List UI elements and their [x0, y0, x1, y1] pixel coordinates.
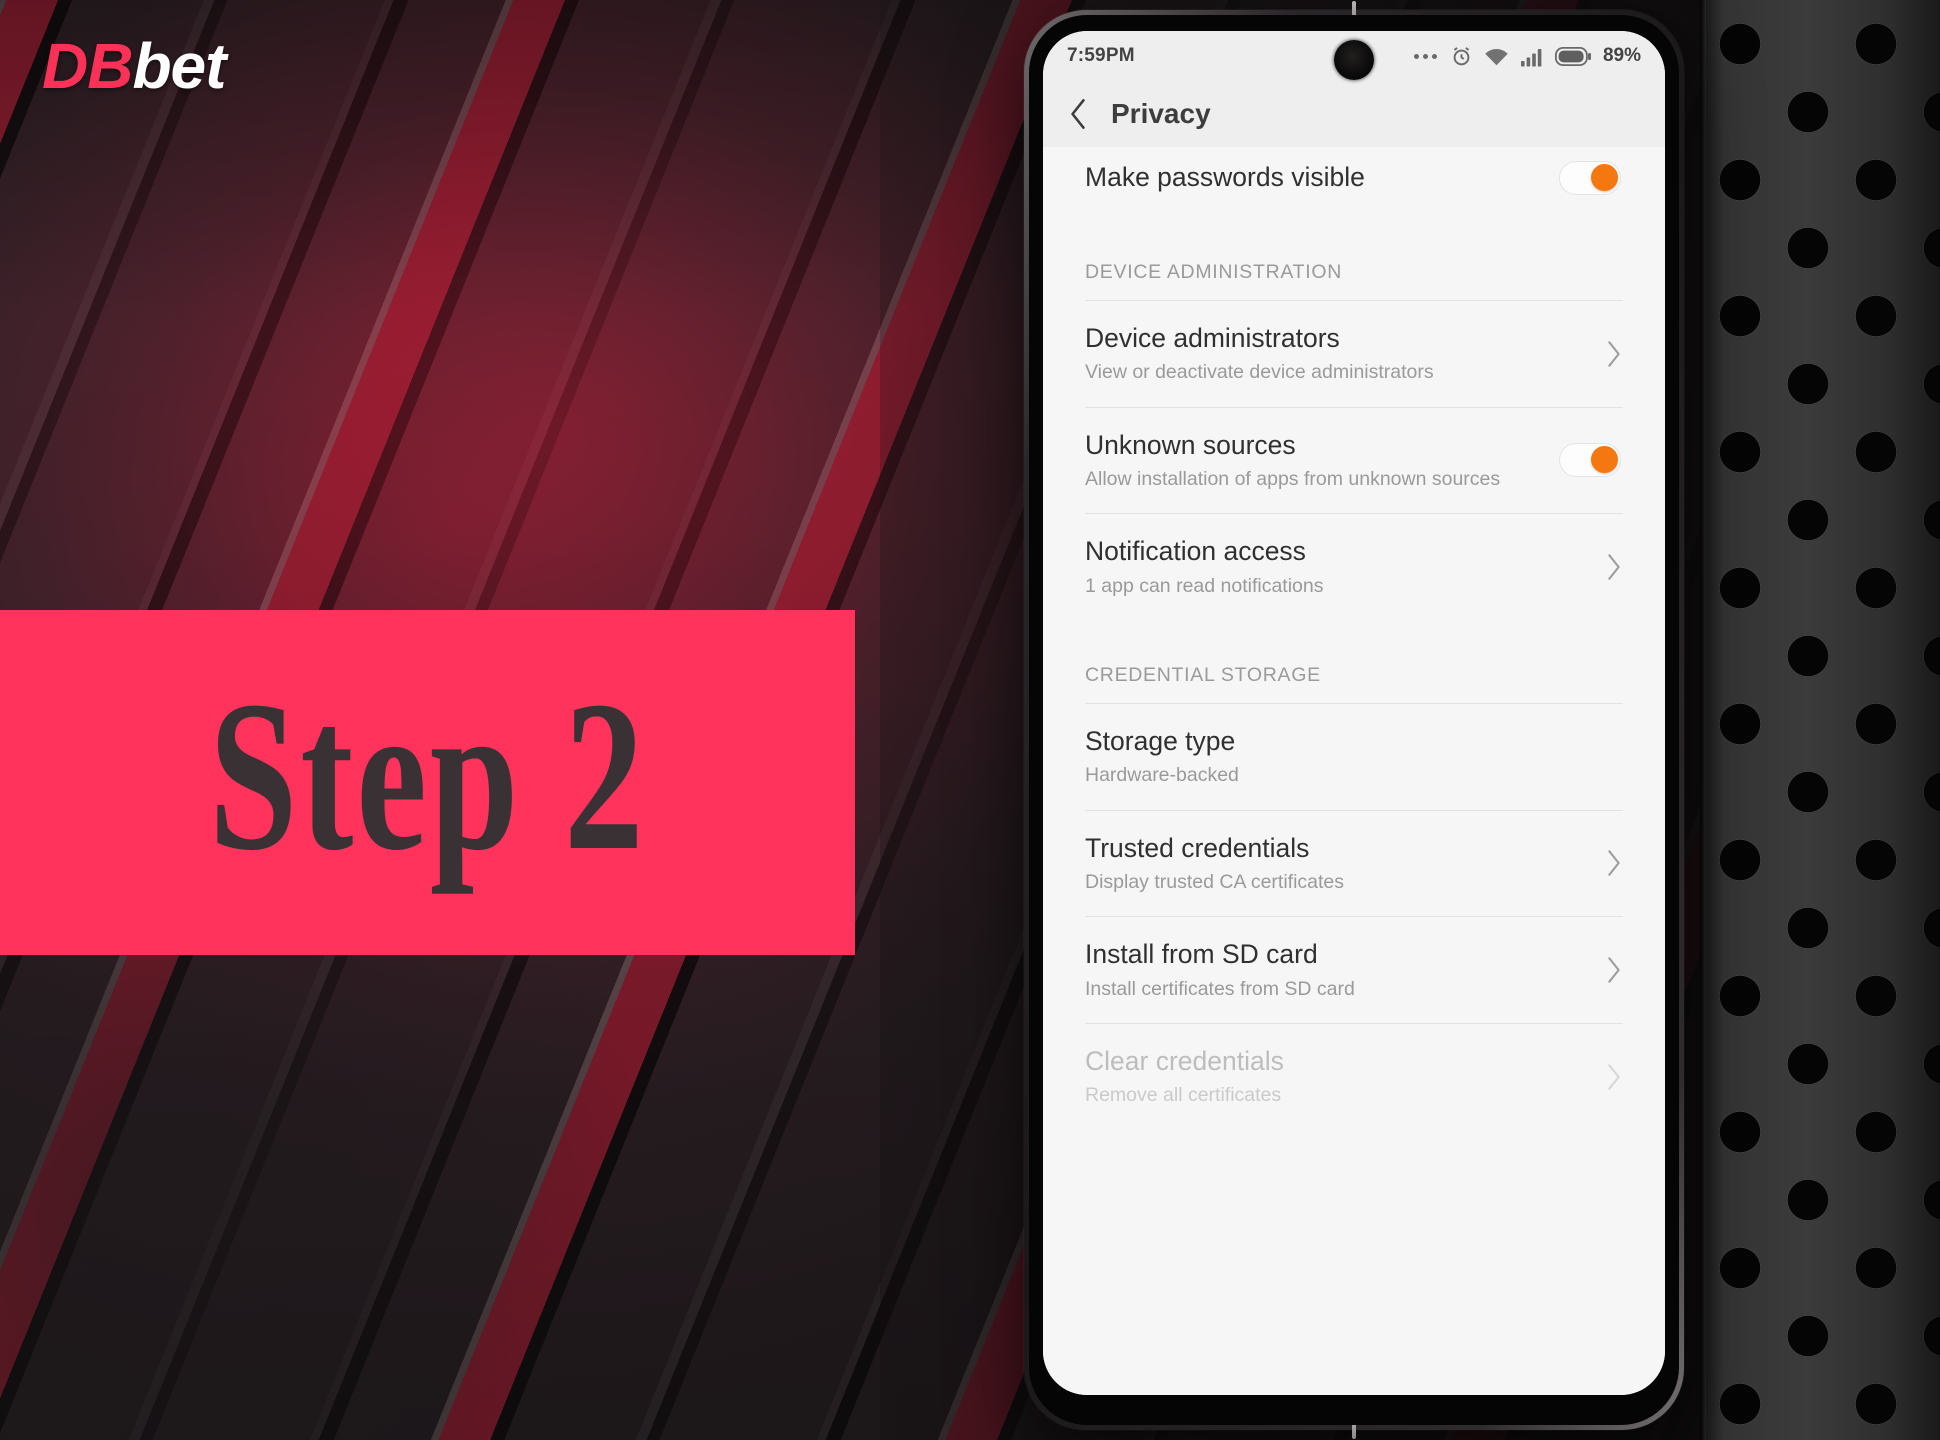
row-title: Clear credentials — [1085, 1045, 1284, 1076]
row-title: Trusted credentials — [1085, 832, 1310, 863]
section-header: CREDENTIAL STORAGE — [1085, 663, 1321, 686]
row-texts: Install from SD card Install certificates… — [1085, 939, 1589, 1001]
app-bar: Privacy — [1043, 81, 1665, 147]
status-bar: 7:59PM 89% — [1043, 31, 1665, 81]
row-texts: Trusted credentials Display trusted CA ce… — [1085, 833, 1589, 895]
page-title: Privacy — [1111, 98, 1211, 129]
battery-percent-label: 89% — [1602, 45, 1641, 66]
settings-row-trusted-credentials[interactable]: Trusted credentials Display trusted CA ce… — [1043, 811, 1665, 917]
chevron-right-icon — [1608, 341, 1620, 367]
chevron-right-icon — [1608, 850, 1620, 877]
row-subtitle: Remove all certificates — [1085, 1084, 1282, 1107]
row-texts: Unknown sources Allow installation of app… — [1085, 430, 1541, 492]
row-title: Unknown sources — [1085, 429, 1296, 460]
settings-row-device-administrators[interactable]: Device administrators View or deactivate … — [1043, 301, 1665, 407]
row-subtitle: 1 app can read notifications — [1085, 574, 1324, 597]
row-title: Make passwords visible — [1085, 162, 1365, 193]
settings-row-storage-type[interactable]: Storage type Hardware-backed — [1043, 704, 1665, 810]
perforated-panel — [1700, 0, 1940, 1440]
row-title: Install from SD card — [1085, 939, 1318, 970]
battery-icon — [1554, 46, 1591, 66]
chevron-right-icon — [1608, 957, 1620, 983]
row-subtitle: View or deactivate device administrators — [1085, 361, 1434, 384]
phone-mockup: 7:59PM 89% Privacy Make passwords visibl… — [1024, 1, 1684, 1439]
row-title: Storage type — [1085, 725, 1236, 756]
row-subtitle: Hardware-backed — [1085, 764, 1239, 787]
settings-row-make-passwords-visible[interactable]: Make passwords visible — [1043, 147, 1665, 217]
perforated-panel-holes — [1700, 0, 1940, 1440]
row-texts: Device administrators View or deactivate … — [1085, 323, 1589, 385]
dbbet-logo: DBbet — [42, 34, 226, 98]
phone-bezel: 7:59PM 89% Privacy Make passwords visibl… — [1029, 15, 1679, 1425]
wifi-icon — [1485, 48, 1508, 65]
toggle-knob — [1591, 164, 1618, 191]
front-camera-punch-hole — [1334, 40, 1374, 80]
row-texts: Clear credentials Remove all certificates — [1085, 1046, 1589, 1108]
settings-list[interactable]: Make passwords visible DEVICE ADMINISTRAT… — [1043, 147, 1665, 1395]
toggle-knob — [1591, 446, 1618, 474]
row-texts: Make passwords visible — [1085, 162, 1541, 193]
settings-row-install-from-sd-card[interactable]: Install from SD card Install certificates… — [1043, 917, 1665, 1023]
row-subtitle: Display trusted CA certificates — [1085, 870, 1345, 893]
status-bar-icons: 89% — [1413, 45, 1641, 68]
settings-row-notification-access[interactable]: Notification access 1 app can read notifi… — [1043, 514, 1665, 620]
chevron-right-icon — [1608, 1064, 1620, 1090]
row-texts: Storage type Hardware-backed — [1085, 726, 1621, 788]
logo-text-primary: DB — [42, 30, 133, 102]
row-texts: Notification access 1 app can read notifi… — [1085, 536, 1589, 598]
logo-text-secondary: bet — [132, 30, 226, 102]
phone-screen: 7:59PM 89% Privacy Make passwords visibl… — [1043, 31, 1665, 1395]
row-subtitle: Allow installation of apps from unknown … — [1085, 467, 1501, 490]
toggle-make-passwords-visible[interactable] — [1559, 161, 1621, 195]
section-header: DEVICE ADMINISTRATION — [1085, 261, 1343, 283]
row-title: Notification access — [1085, 536, 1306, 567]
status-bar-time: 7:59PM — [1067, 45, 1135, 66]
toggle-unknown-sources[interactable] — [1559, 443, 1621, 478]
settings-row-clear-credentials: Clear credentials Remove all certificates — [1043, 1024, 1665, 1130]
step-banner: Step 2 — [0, 610, 855, 955]
back-chevron-icon[interactable] — [1069, 99, 1087, 129]
more-dots-icon — [1413, 53, 1437, 59]
row-title: Device administrators — [1085, 323, 1340, 353]
cellular-signal-icon — [1520, 48, 1542, 66]
alarm-clock-icon — [1453, 46, 1470, 65]
settings-row-unknown-sources[interactable]: Unknown sources Allow installation of app… — [1043, 408, 1665, 514]
step-banner-label: Step 2 — [208, 656, 647, 895]
page-stage: DBbet Step 2 7:59PM 89% Privacy Make pas… — [0, 0, 1940, 1440]
row-subtitle: Install certificates from SD card — [1085, 977, 1355, 1000]
chevron-right-icon — [1608, 554, 1620, 580]
